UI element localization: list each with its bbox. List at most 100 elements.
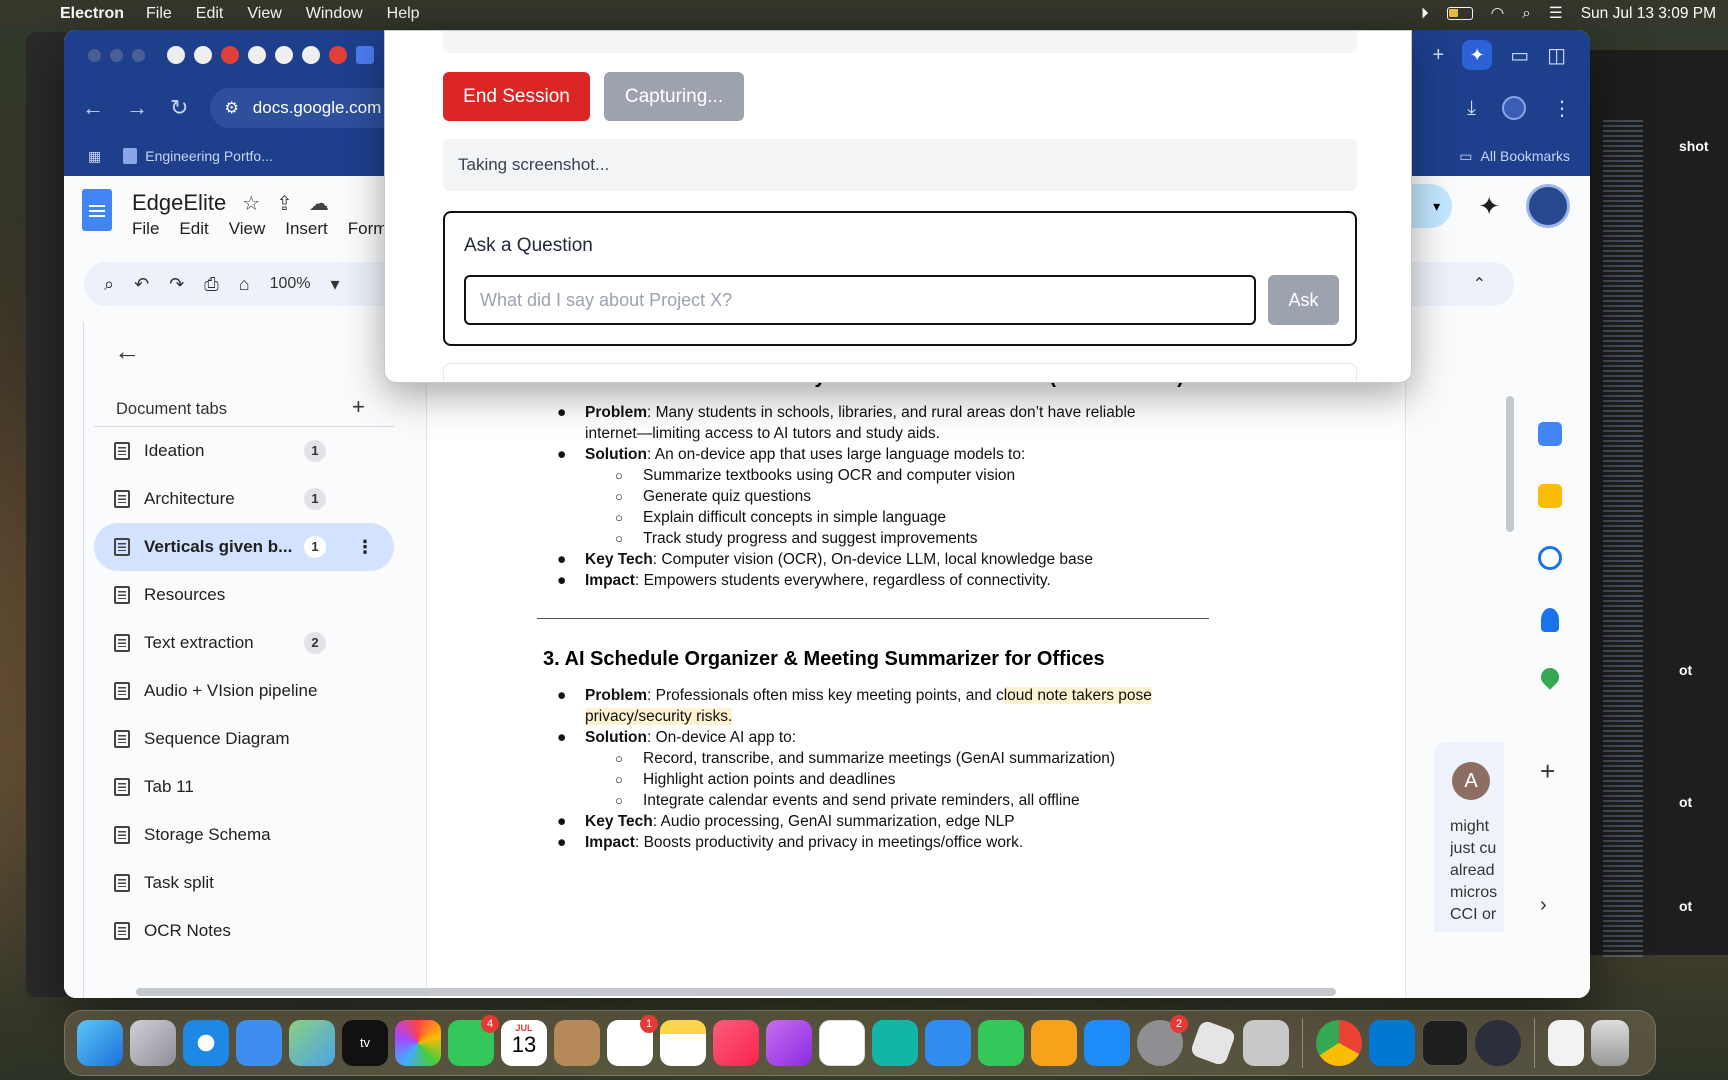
split-view-icon[interactable]: ▭ <box>1510 43 1529 68</box>
menu-edit[interactable]: Edit <box>196 5 224 23</box>
github-tab-icon[interactable] <box>194 46 212 64</box>
tab-favicon[interactable] <box>167 46 185 64</box>
spotlight-search-icon[interactable]: ⌕ <box>1522 5 1531 23</box>
chrome-icon[interactable] <box>1316 1020 1362 1066</box>
docs-logo-icon[interactable] <box>82 189 112 231</box>
calendar-icon[interactable] <box>1538 422 1562 446</box>
document-tab[interactable]: Text extraction 2 <box>94 619 394 667</box>
zoom-window-button[interactable] <box>132 48 145 62</box>
document-stack-icon[interactable] <box>1548 1020 1584 1066</box>
play-status-icon[interactable]: ⏵ <box>1421 5 1429 23</box>
paint-format-icon[interactable]: ⌂ <box>239 274 250 295</box>
menu-bar-clock[interactable]: Sun Jul 13 3:09 PM <box>1581 5 1716 23</box>
maps-app-icon[interactable] <box>289 1020 335 1066</box>
photos-icon[interactable] <box>395 1020 441 1066</box>
mail-icon[interactable] <box>236 1020 282 1066</box>
arduino-icon[interactable] <box>872 1020 918 1066</box>
electron-icon[interactable] <box>1475 1020 1521 1066</box>
print-icon[interactable]: ⎙ <box>204 274 218 295</box>
document-title[interactable]: EdgeElite <box>132 190 226 216</box>
facetime-icon[interactable]: 4 <box>448 1015 499 1066</box>
horizontal-scrollbar[interactable] <box>136 988 1336 996</box>
menu-file[interactable]: File <box>146 5 172 23</box>
site-settings-icon[interactable]: ⚙ <box>224 98 238 118</box>
menu-help[interactable]: Help <box>387 5 420 23</box>
hide-menus-icon[interactable]: ⌃ <box>1473 274 1486 294</box>
control-center-icon[interactable]: ☰ <box>1549 4 1563 23</box>
calendar-app-icon[interactable]: JUL 13 <box>501 1020 547 1066</box>
contacts-icon[interactable] <box>1541 608 1559 632</box>
docs-menu-format[interactable]: Form <box>348 219 388 239</box>
apps-grid-icon[interactable]: ▦ <box>88 148 101 165</box>
pages-icon[interactable] <box>1031 1020 1077 1066</box>
tab-favicon[interactable] <box>275 46 293 64</box>
zoom-dropdown-icon[interactable]: ▾ <box>330 274 339 295</box>
maps-icon[interactable] <box>1537 664 1563 690</box>
side-panel-icon[interactable]: ◫ <box>1547 43 1566 68</box>
upwork-tab-icon[interactable] <box>221 46 239 64</box>
app-icon[interactable] <box>1189 1019 1237 1067</box>
document-tab[interactable]: Ideation 1 <box>94 427 394 475</box>
keep-icon[interactable] <box>1538 484 1562 508</box>
tab-favicon[interactable] <box>329 46 347 64</box>
document-tab[interactable]: OCR Notes <box>94 907 394 955</box>
minimize-window-button[interactable] <box>110 48 123 62</box>
gemini-icon[interactable]: ✦ <box>1462 40 1493 70</box>
reminders-icon[interactable]: 1 <box>607 1015 658 1066</box>
redo-icon[interactable]: ↷ <box>169 274 184 295</box>
docs-menu-view[interactable]: View <box>229 219 266 239</box>
capturing-button[interactable]: Capturing... <box>604 72 744 121</box>
tab-options-icon[interactable]: ⋮ <box>356 537 374 558</box>
keynote-icon[interactable] <box>925 1020 971 1066</box>
apple-menu-icon[interactable] <box>24 5 42 23</box>
app-name-menu[interactable]: Electron <box>60 5 124 23</box>
podcasts-icon[interactable] <box>766 1020 812 1066</box>
more-menu-icon[interactable]: ⋮ <box>1552 96 1572 121</box>
document-tab[interactable]: Sequence Diagram <box>94 715 394 763</box>
cloud-status-icon[interactable]: ☁ <box>309 191 329 216</box>
reload-icon[interactable]: ↻ <box>170 95 188 121</box>
undo-icon[interactable]: ↶ <box>134 274 149 295</box>
document-tab[interactable]: Task split <box>94 859 394 907</box>
app-store-icon[interactable] <box>1084 1020 1130 1066</box>
search-menus-icon[interactable]: ⌕ <box>104 274 114 295</box>
zoom-select[interactable]: 100% <box>270 275 311 293</box>
document-tab[interactable]: Tab 11 <box>94 763 394 811</box>
gemini-spark-icon[interactable]: ✦ <box>1478 191 1500 222</box>
vscode-icon[interactable] <box>1369 1020 1415 1066</box>
back-icon[interactable]: ← <box>82 95 104 121</box>
vertical-scrollbar[interactable] <box>1506 396 1514 532</box>
back-arrow-icon[interactable]: ← <box>114 336 140 367</box>
bookmark-item[interactable]: Engineering Portfo... <box>123 148 273 164</box>
profile-avatar[interactable] <box>1502 96 1526 120</box>
document-tab[interactable]: Audio + VIsion pipeline <box>94 667 394 715</box>
numbers-icon[interactable] <box>978 1020 1024 1066</box>
music-icon[interactable] <box>713 1020 759 1066</box>
launchpad-icon[interactable] <box>130 1020 176 1066</box>
tab-favicon[interactable] <box>248 46 266 64</box>
document-tab[interactable]: Verticals given b... 1 ⋮ <box>94 523 394 571</box>
battery-icon[interactable] <box>1446 7 1473 20</box>
terminal-icon[interactable] <box>1422 1020 1468 1066</box>
docs-menu-edit[interactable]: Edit <box>179 219 208 239</box>
end-session-button[interactable]: End Session <box>443 72 590 121</box>
download-icon[interactable]: ⤓ <box>1467 97 1476 120</box>
ask-button[interactable]: Ask <box>1268 275 1339 325</box>
close-window-button[interactable] <box>88 48 101 62</box>
system-settings-icon[interactable]: 2 <box>1137 1015 1188 1066</box>
menu-window[interactable]: Window <box>306 5 363 23</box>
contacts-app-icon[interactable] <box>554 1020 600 1066</box>
document-tab[interactable]: Architecture 1 <box>94 475 394 523</box>
wifi-icon[interactable]: ◠ <box>1491 4 1505 23</box>
new-tab-icon[interactable]: + <box>1433 44 1445 67</box>
account-avatar[interactable] <box>1526 184 1570 228</box>
tab-favicon[interactable] <box>302 46 320 64</box>
get-addons-icon[interactable]: + <box>1540 756 1555 787</box>
trash-icon[interactable] <box>1591 1020 1629 1066</box>
move-icon[interactable]: ⇪ <box>276 191 293 216</box>
question-input[interactable] <box>464 275 1256 325</box>
notes-icon[interactable] <box>660 1020 706 1066</box>
docs-menu-file[interactable]: File <box>132 219 159 239</box>
news-icon[interactable] <box>819 1020 865 1066</box>
menu-view[interactable]: View <box>247 5 281 23</box>
